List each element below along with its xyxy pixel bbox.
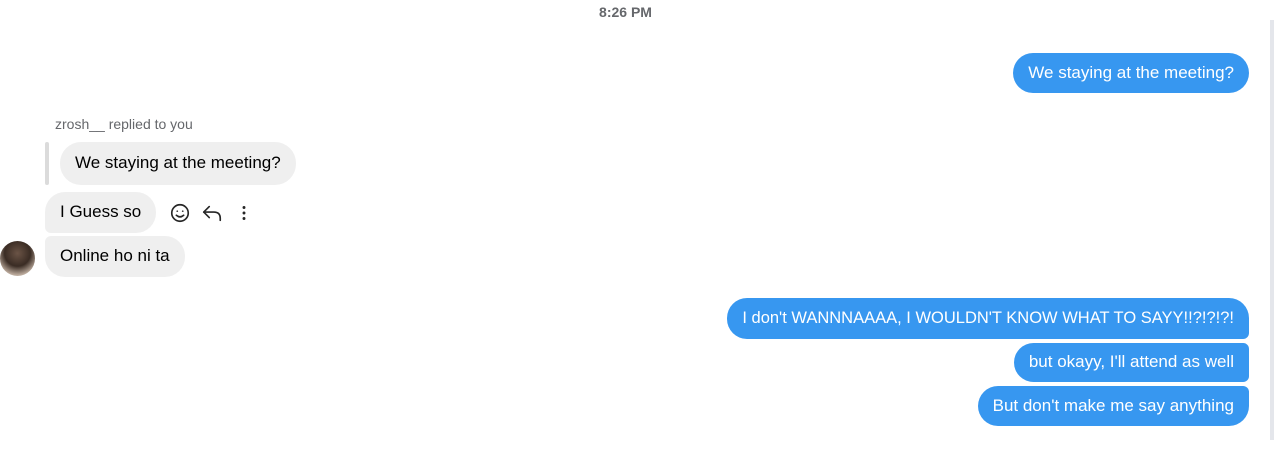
quoted-message-bubble[interactable]: We staying at the meeting? bbox=[60, 142, 296, 185]
message-timestamp: 8:26 PM bbox=[599, 4, 652, 20]
message-bubble-outgoing[interactable]: We staying at the meeting? bbox=[1013, 53, 1249, 93]
scrollbar[interactable] bbox=[1270, 20, 1274, 440]
quoted-message-text: We staying at the meeting? bbox=[75, 153, 281, 172]
message-text: We staying at the meeting? bbox=[1028, 63, 1234, 82]
message-bubble-outgoing[interactable]: But don't make me say anything bbox=[977, 386, 1249, 426]
reply-context-label: zrosh__ replied to you bbox=[55, 116, 193, 132]
message-text: But don't make me say anything bbox=[992, 396, 1234, 415]
smiley-icon[interactable] bbox=[168, 201, 192, 225]
message-text: I Guess so bbox=[60, 202, 142, 221]
message-text: Online ho ni ta bbox=[60, 246, 170, 265]
message-bubble-incoming[interactable]: Online ho ni ta bbox=[45, 236, 185, 277]
message-bubble-incoming[interactable]: I Guess so bbox=[45, 192, 157, 233]
reply-arrow-icon[interactable] bbox=[200, 201, 224, 225]
message-text: I don't WANNNAAAA, I WOULDN'T KNOW WHAT … bbox=[742, 309, 1234, 327]
message-bubble-outgoing[interactable]: but okayy, I'll attend as well bbox=[1013, 343, 1249, 382]
message-actions bbox=[168, 201, 256, 225]
message-text: but okayy, I'll attend as well bbox=[1028, 352, 1234, 371]
message-bubble-outgoing[interactable]: I don't WANNNAAAA, I WOULDN'T KNOW WHAT … bbox=[727, 298, 1249, 339]
more-vertical-icon[interactable] bbox=[232, 201, 256, 225]
reply-quote-bar bbox=[45, 142, 49, 185]
user-avatar[interactable] bbox=[0, 241, 35, 276]
